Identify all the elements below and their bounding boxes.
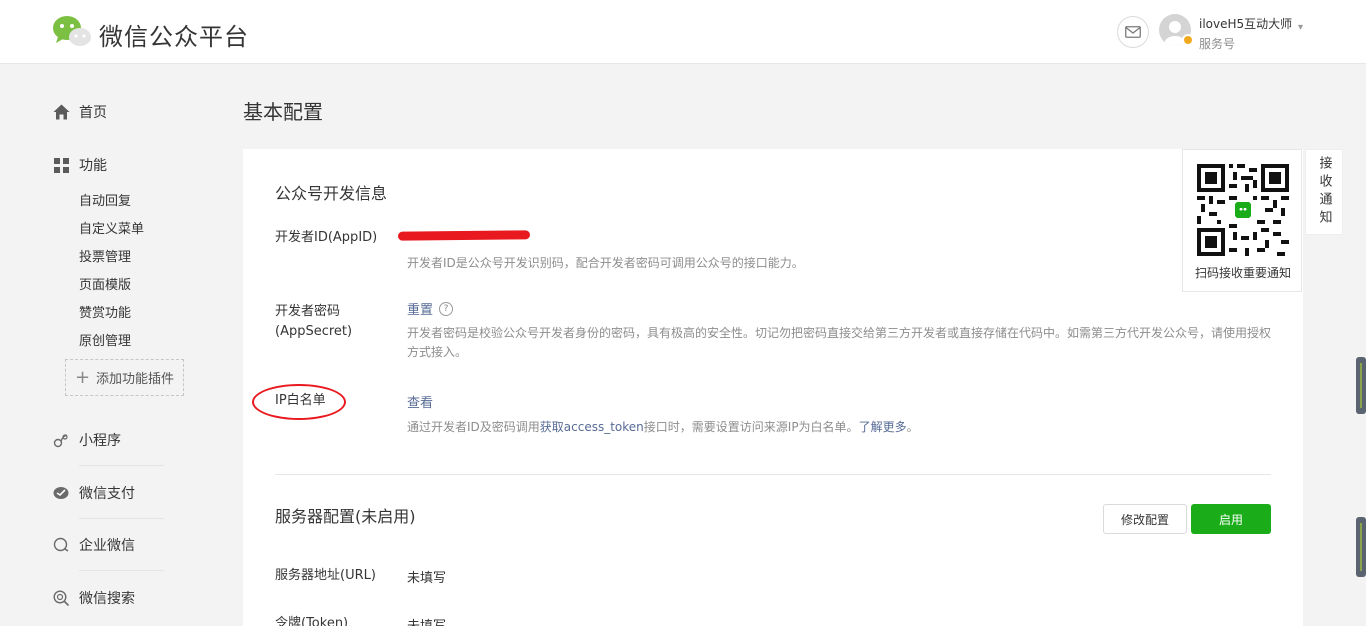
verified-badge-icon <box>1182 34 1194 46</box>
link-icon <box>52 431 70 449</box>
sidebar-item-home[interactable]: 首页 <box>52 102 107 122</box>
sidebar-item-label: 企业微信 <box>79 538 135 554</box>
plus-icon: + <box>74 366 91 388</box>
top-header: 微信公众平台 iloveH5互动大师 服务号 ▾ <box>0 0 1366 64</box>
secret-label-line2: (AppSecret) <box>275 324 353 339</box>
grid-icon <box>52 156 70 174</box>
search-icon <box>52 589 70 607</box>
dev-info-section-title: 公众号开发信息 <box>275 184 388 203</box>
sidebar-item-features[interactable]: 功能 <box>52 155 107 175</box>
sidebar-item-wechat-search[interactable]: 微信搜索 <box>52 588 135 608</box>
reset-secret-link[interactable]: 重置 <box>407 299 433 318</box>
sidebar-subitem-custom-menu[interactable]: 自定义菜单 <box>79 218 144 237</box>
learn-more-link[interactable]: 了解更多 <box>859 420 907 434</box>
sidebar-subitem-original[interactable]: 原创管理 <box>79 330 131 349</box>
sidebar-item-label: 微信支付 <box>79 486 135 502</box>
qr-code-icon[interactable] <box>1197 164 1289 256</box>
sidebar-item-work-wechat[interactable]: 企业微信 <box>52 535 135 555</box>
token-value: 未填写 <box>407 615 446 626</box>
secret-description: 开发者密码是校验公众号开发者身份的密码，具有极高的安全性。切记勿把密码直接交给第… <box>407 326 1272 359</box>
sidebar-subitem-page-template[interactable]: 页面模版 <box>79 274 131 293</box>
sidebar-subitem-reward[interactable]: 赞赏功能 <box>79 302 131 321</box>
sidebar-subitem-auto-reply[interactable]: 自动回复 <box>79 190 131 209</box>
qr-caption: 扫码接收重要通知 <box>1194 266 1291 280</box>
sidebar-item-mini-program[interactable]: 小程序 <box>52 430 121 450</box>
floating-side-widget[interactable] <box>1356 357 1366 414</box>
account-type: 服务号 <box>1199 37 1236 51</box>
ip-whitelist-label: IP白名单 <box>275 393 326 408</box>
section-divider <box>275 474 1271 475</box>
pay-icon <box>52 484 70 502</box>
receive-notice-tab[interactable]: 接收通知 <box>1305 149 1343 235</box>
sidebar-item-label: 微信搜索 <box>79 591 135 607</box>
qr-notice-panel: 扫码接收重要通知 <box>1182 149 1302 292</box>
sidebar-item-label: 功能 <box>79 158 107 174</box>
ip-desc-text: 接口时，需要设置访问来源IP为白名单。 <box>643 420 859 434</box>
add-plugin-label: 添加功能插件 <box>96 372 175 387</box>
wechat-logo-icon[interactable] <box>52 15 92 49</box>
secret-action-group: 重置 ? <box>407 299 454 318</box>
edit-config-button[interactable]: 修改配置 <box>1103 504 1187 534</box>
mail-icon <box>1125 26 1141 38</box>
sidebar-item-label: 小程序 <box>79 433 121 449</box>
server-url-label: 服务器地址(URL) <box>275 568 376 583</box>
account-name[interactable]: iloveH5互动大师 <box>1199 15 1292 32</box>
server-url-value: 未填写 <box>407 571 447 586</box>
work-chat-icon <box>52 536 70 554</box>
view-whitelist-link[interactable]: 查看 <box>407 392 433 411</box>
brand-title[interactable]: 微信公众平台 <box>99 17 249 52</box>
chevron-down-icon[interactable]: ▾ <box>1298 22 1303 33</box>
enable-button[interactable]: 启用 <box>1191 504 1271 534</box>
help-icon[interactable]: ? <box>439 301 454 316</box>
mail-button[interactable] <box>1117 16 1149 48</box>
sidebar-divider <box>79 465 164 466</box>
home-icon <box>52 103 70 121</box>
sidebar-divider <box>79 518 164 519</box>
appid-label: 开发者ID(AppID) <box>275 230 378 245</box>
floating-side-widget[interactable] <box>1356 517 1366 577</box>
ip-desc-text: 通过开发者ID及密码调用 <box>407 420 540 434</box>
secret-label-line1: 开发者密码 <box>275 304 341 319</box>
sidebar-item-label: 首页 <box>79 105 107 121</box>
server-section-title: 服务器配置(未启用) <box>275 507 416 526</box>
config-card <box>243 149 1303 626</box>
appid-redaction-mark <box>397 230 531 241</box>
token-label: 令牌(Token) <box>275 616 349 626</box>
ip-desc-text: 。 <box>906 420 919 434</box>
access-token-link[interactable]: 获取access_token <box>540 420 644 434</box>
ip-whitelist-description: 通过开发者ID及密码调用获取access_token接口时，需要设置访问来源IP… <box>407 418 1277 437</box>
page-title: 基本配置 <box>243 100 323 124</box>
sidebar-subitem-vote-manage[interactable]: 投票管理 <box>79 246 131 265</box>
sidebar-divider <box>79 570 164 571</box>
notice-tab-label: 接收通知 <box>1316 156 1332 228</box>
appid-description: 开发者ID是公众号开发识别码，配合开发者密码可调用公众号的接口能力。 <box>407 256 804 270</box>
add-plugin-button[interactable]: + 添加功能插件 <box>65 359 184 396</box>
sidebar-item-wechat-pay[interactable]: 微信支付 <box>52 483 135 503</box>
